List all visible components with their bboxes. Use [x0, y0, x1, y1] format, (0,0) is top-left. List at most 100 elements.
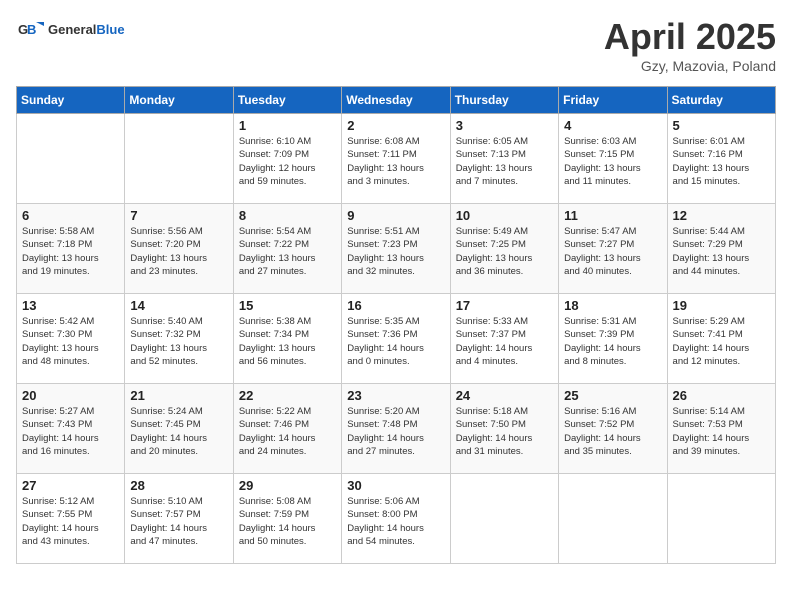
day-number: 28 [130, 478, 227, 493]
day-number: 24 [456, 388, 553, 403]
calendar-cell: 18 Sunrise: 5:31 AM Sunset: 7:39 PM Dayli… [559, 294, 667, 384]
day-info: Sunrise: 5:35 AM Sunset: 7:36 PM Dayligh… [347, 315, 444, 368]
day-number: 30 [347, 478, 444, 493]
calendar-cell: 13 Sunrise: 5:42 AM Sunset: 7:30 PM Dayli… [17, 294, 125, 384]
day-info: Sunrise: 6:01 AM Sunset: 7:16 PM Dayligh… [673, 135, 770, 188]
calendar-cell [667, 474, 775, 564]
calendar-cell: 25 Sunrise: 5:16 AM Sunset: 7:52 PM Dayli… [559, 384, 667, 474]
calendar-cell: 1 Sunrise: 6:10 AM Sunset: 7:09 PM Daylig… [233, 114, 341, 204]
day-number: 6 [22, 208, 119, 223]
logo-icon: G B [16, 16, 44, 44]
weekday-header: Sunday [17, 87, 125, 114]
page-header: G B GeneralBlue April 2025 Gzy, Mazovia,… [16, 16, 776, 74]
calendar-cell: 9 Sunrise: 5:51 AM Sunset: 7:23 PM Daylig… [342, 204, 450, 294]
day-info: Sunrise: 5:47 AM Sunset: 7:27 PM Dayligh… [564, 225, 661, 278]
weekday-header: Wednesday [342, 87, 450, 114]
day-info: Sunrise: 5:31 AM Sunset: 7:39 PM Dayligh… [564, 315, 661, 368]
day-number: 29 [239, 478, 336, 493]
day-number: 15 [239, 298, 336, 313]
day-number: 19 [673, 298, 770, 313]
day-info: Sunrise: 5:56 AM Sunset: 7:20 PM Dayligh… [130, 225, 227, 278]
day-number: 7 [130, 208, 227, 223]
calendar-table: SundayMondayTuesdayWednesdayThursdayFrid… [16, 86, 776, 564]
day-number: 1 [239, 118, 336, 133]
day-info: Sunrise: 5:27 AM Sunset: 7:43 PM Dayligh… [22, 405, 119, 458]
month-title: April 2025 [604, 16, 776, 58]
day-info: Sunrise: 5:24 AM Sunset: 7:45 PM Dayligh… [130, 405, 227, 458]
logo: G B GeneralBlue [16, 16, 125, 44]
calendar-cell: 29 Sunrise: 5:08 AM Sunset: 7:59 PM Dayli… [233, 474, 341, 564]
day-info: Sunrise: 5:08 AM Sunset: 7:59 PM Dayligh… [239, 495, 336, 548]
calendar-cell: 17 Sunrise: 5:33 AM Sunset: 7:37 PM Dayli… [450, 294, 558, 384]
calendar-cell: 24 Sunrise: 5:18 AM Sunset: 7:50 PM Dayli… [450, 384, 558, 474]
day-number: 2 [347, 118, 444, 133]
logo-blue: Blue [96, 22, 124, 37]
calendar-cell: 30 Sunrise: 5:06 AM Sunset: 8:00 PM Dayli… [342, 474, 450, 564]
day-number: 17 [456, 298, 553, 313]
day-info: Sunrise: 5:06 AM Sunset: 8:00 PM Dayligh… [347, 495, 444, 548]
calendar-cell [559, 474, 667, 564]
calendar-cell [125, 114, 233, 204]
calendar-cell: 10Sunrise: 5:49 AM Sunset: 7:25 PM Dayli… [450, 204, 558, 294]
calendar-week-row: 20 Sunrise: 5:27 AM Sunset: 7:43 PM Dayli… [17, 384, 776, 474]
day-info: Sunrise: 5:33 AM Sunset: 7:37 PM Dayligh… [456, 315, 553, 368]
day-number: 9 [347, 208, 444, 223]
day-number: 14 [130, 298, 227, 313]
calendar-cell: 15Sunrise: 5:38 AM Sunset: 7:34 PM Dayli… [233, 294, 341, 384]
day-info: Sunrise: 6:05 AM Sunset: 7:13 PM Dayligh… [456, 135, 553, 188]
calendar-cell: 4 Sunrise: 6:03 AM Sunset: 7:15 PM Daylig… [559, 114, 667, 204]
day-info: Sunrise: 5:14 AM Sunset: 7:53 PM Dayligh… [673, 405, 770, 458]
calendar-cell: 7 Sunrise: 5:56 AM Sunset: 7:20 PM Daylig… [125, 204, 233, 294]
calendar-cell: 20 Sunrise: 5:27 AM Sunset: 7:43 PM Dayli… [17, 384, 125, 474]
calendar-week-row: 6 Sunrise: 5:58 AM Sunset: 7:18 PM Daylig… [17, 204, 776, 294]
day-info: Sunrise: 5:18 AM Sunset: 7:50 PM Dayligh… [456, 405, 553, 458]
day-number: 20 [22, 388, 119, 403]
calendar-cell: 27Sunrise: 5:12 AM Sunset: 7:55 PM Dayli… [17, 474, 125, 564]
day-info: Sunrise: 5:58 AM Sunset: 7:18 PM Dayligh… [22, 225, 119, 278]
day-info: Sunrise: 6:03 AM Sunset: 7:15 PM Dayligh… [564, 135, 661, 188]
day-info: Sunrise: 5:44 AM Sunset: 7:29 PM Dayligh… [673, 225, 770, 278]
day-info: Sunrise: 5:51 AM Sunset: 7:23 PM Dayligh… [347, 225, 444, 278]
day-info: Sunrise: 5:49 AM Sunset: 7:25 PM Dayligh… [456, 225, 553, 278]
calendar-cell: 2 Sunrise: 6:08 AM Sunset: 7:11 PM Daylig… [342, 114, 450, 204]
calendar-cell: 16 Sunrise: 5:35 AM Sunset: 7:36 PM Dayli… [342, 294, 450, 384]
calendar-cell: 3 Sunrise: 6:05 AM Sunset: 7:13 PM Daylig… [450, 114, 558, 204]
weekday-header: Tuesday [233, 87, 341, 114]
weekday-header-row: SundayMondayTuesdayWednesdayThursdayFrid… [17, 87, 776, 114]
day-info: Sunrise: 5:10 AM Sunset: 7:57 PM Dayligh… [130, 495, 227, 548]
weekday-header: Saturday [667, 87, 775, 114]
day-number: 23 [347, 388, 444, 403]
calendar-cell: 8Sunrise: 5:54 AM Sunset: 7:22 PM Daylig… [233, 204, 341, 294]
calendar-cell: 12Sunrise: 5:44 AM Sunset: 7:29 PM Dayli… [667, 204, 775, 294]
calendar-cell [450, 474, 558, 564]
day-info: Sunrise: 5:40 AM Sunset: 7:32 PM Dayligh… [130, 315, 227, 368]
calendar-cell: 5 Sunrise: 6:01 AM Sunset: 7:16 PM Daylig… [667, 114, 775, 204]
day-number: 4 [564, 118, 661, 133]
day-number: 16 [347, 298, 444, 313]
title-area: April 2025 Gzy, Mazovia, Poland [604, 16, 776, 74]
weekday-header: Monday [125, 87, 233, 114]
day-info: Sunrise: 5:42 AM Sunset: 7:30 PM Dayligh… [22, 315, 119, 368]
calendar-cell: 23 Sunrise: 5:20 AM Sunset: 7:48 PM Dayli… [342, 384, 450, 474]
day-number: 3 [456, 118, 553, 133]
day-number: 13 [22, 298, 119, 313]
day-info: Sunrise: 5:16 AM Sunset: 7:52 PM Dayligh… [564, 405, 661, 458]
location-subtitle: Gzy, Mazovia, Poland [604, 58, 776, 74]
calendar-cell: 19Sunrise: 5:29 AM Sunset: 7:41 PM Dayli… [667, 294, 775, 384]
svg-text:B: B [27, 22, 36, 37]
day-number: 18 [564, 298, 661, 313]
day-number: 25 [564, 388, 661, 403]
day-info: Sunrise: 6:10 AM Sunset: 7:09 PM Dayligh… [239, 135, 336, 188]
day-number: 8 [239, 208, 336, 223]
day-info: Sunrise: 6:08 AM Sunset: 7:11 PM Dayligh… [347, 135, 444, 188]
day-number: 11 [564, 208, 661, 223]
day-number: 22 [239, 388, 336, 403]
calendar-cell [17, 114, 125, 204]
day-number: 5 [673, 118, 770, 133]
calendar-cell: 6 Sunrise: 5:58 AM Sunset: 7:18 PM Daylig… [17, 204, 125, 294]
day-info: Sunrise: 5:22 AM Sunset: 7:46 PM Dayligh… [239, 405, 336, 458]
day-info: Sunrise: 5:20 AM Sunset: 7:48 PM Dayligh… [347, 405, 444, 458]
calendar-week-row: 13 Sunrise: 5:42 AM Sunset: 7:30 PM Dayli… [17, 294, 776, 384]
calendar-week-row: 1 Sunrise: 6:10 AM Sunset: 7:09 PM Daylig… [17, 114, 776, 204]
weekday-header: Thursday [450, 87, 558, 114]
